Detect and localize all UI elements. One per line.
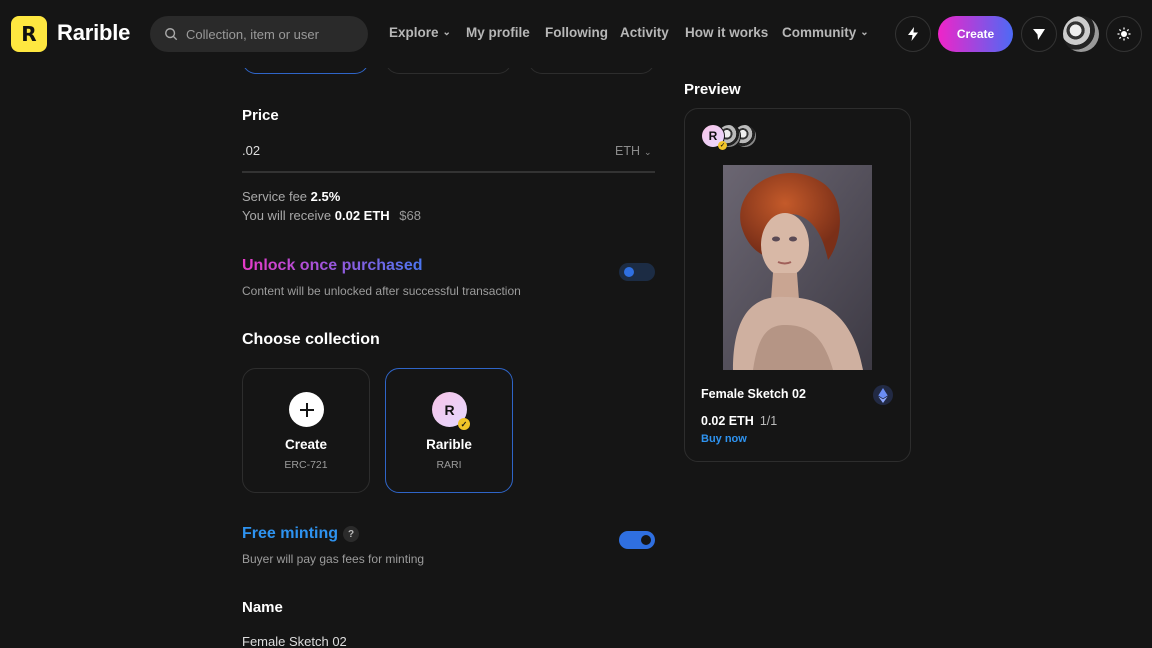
nav-how-it-works-label: How it works	[685, 25, 769, 40]
receive-line: You will receive 0.02 ETH $68	[242, 208, 421, 223]
collection-rarible-name: Rarible	[426, 437, 472, 452]
chevron-down-icon: ⌄	[644, 147, 652, 157]
collection-rarible-symbol: RARI	[436, 459, 462, 471]
free-minting-title: Free minting	[242, 525, 339, 542]
nav-my-profile[interactable]: My profile	[466, 25, 530, 40]
notifications-button[interactable]	[1021, 16, 1057, 52]
creator-avatar-letter: R	[708, 129, 718, 143]
nft-name: Female Sketch 02	[701, 387, 806, 401]
toggle-knob	[624, 267, 634, 277]
nav-community[interactable]: Community ⌄	[782, 25, 869, 40]
search-input[interactable]	[186, 26, 366, 42]
free-minting-description: Buyer will pay gas fees for minting	[242, 552, 425, 566]
nav-following-label: Following	[545, 25, 608, 40]
currency-value: ETH	[615, 144, 640, 158]
search-icon	[165, 28, 178, 41]
unlock-description: Content will be unlocked after successfu…	[242, 284, 521, 298]
preview-title: Preview	[684, 81, 741, 98]
collection-title: Choose collection	[242, 331, 380, 348]
service-fee-line: Service fee 2.5%	[242, 189, 340, 204]
collection-create-name: Create	[284, 437, 328, 452]
unlock-toggle[interactable]	[619, 263, 655, 281]
collection-create-card[interactable]: Create ERC-721	[242, 368, 370, 493]
buy-now-link[interactable]: Buy now	[701, 433, 747, 445]
nft-price-line: 0.02 ETH 1/1	[701, 414, 777, 428]
search-bar[interactable]	[150, 16, 368, 52]
lightning-icon	[908, 27, 918, 41]
receive-usd: $68	[399, 208, 421, 223]
unlock-title: Unlock once purchased	[242, 257, 423, 274]
brand-name[interactable]: Rarible	[57, 20, 130, 46]
service-fee-label: Service fee	[242, 189, 308, 204]
price-label: Price	[242, 107, 279, 124]
sun-icon	[1117, 27, 1131, 41]
free-minting-toggle[interactable]	[619, 531, 655, 549]
help-icon[interactable]: ?	[343, 526, 359, 542]
verified-check-icon: ✓	[458, 418, 470, 430]
nft-edition: 1/1	[759, 414, 778, 428]
collection-rarible-card[interactable]: R ✓ Rarible RARI	[385, 368, 513, 493]
create-button[interactable]: Create	[938, 16, 1013, 52]
nav-community-label: Community	[782, 25, 857, 40]
lightning-button[interactable]	[895, 16, 931, 52]
chevron-down-icon: ⌄	[860, 27, 869, 38]
service-fee-value: 2.5%	[310, 189, 341, 204]
receive-value: 0.02 ETH	[334, 208, 390, 223]
upload-page: R Rarible Explore⌄ My profile Following …	[0, 0, 1152, 648]
top-navbar: R Rarible Explore⌄ My profile Following …	[0, 0, 1152, 68]
logo-letter: R	[21, 22, 37, 46]
name-label: Name	[242, 599, 283, 616]
user-avatar[interactable]	[1063, 16, 1099, 52]
chevron-down-icon: ⌄	[442, 27, 451, 38]
verified-check-icon: ✓	[718, 141, 727, 150]
theme-toggle-button[interactable]	[1106, 16, 1142, 52]
nav-explore-label: Explore	[389, 25, 439, 40]
name-input[interactable]: Female Sketch 02	[242, 634, 347, 648]
creator-avatar[interactable]: R ✓	[701, 124, 727, 150]
rarible-logo[interactable]: R	[11, 16, 47, 52]
nav-explore[interactable]: Explore ⌄	[389, 25, 451, 40]
nft-artwork-image	[723, 165, 872, 370]
ethereum-icon	[873, 385, 893, 405]
plus-icon	[289, 392, 324, 427]
send-icon	[1033, 29, 1045, 40]
currency-select[interactable]: ETH ⌄	[615, 144, 652, 158]
preview-card[interactable]: R ✓ Female Sketch 02 0.02 ETH 1/1 Buy no…	[684, 108, 911, 462]
nav-how-it-works[interactable]: How it works	[685, 25, 768, 40]
nft-price: 0.02 ETH	[701, 414, 754, 428]
rarible-collection-icon: R ✓	[432, 392, 470, 430]
nav-activity[interactable]: Activity	[620, 25, 669, 40]
rarible-letter: R	[444, 401, 455, 418]
price-underline	[242, 171, 655, 173]
toggle-knob	[641, 535, 651, 545]
collection-create-standard: ERC-721	[284, 459, 328, 471]
receive-label: You will receive	[242, 208, 332, 223]
price-input[interactable]	[242, 143, 542, 158]
nav-following[interactable]: Following	[545, 25, 608, 40]
nav-activity-label: Activity	[620, 25, 669, 40]
nav-my-profile-label: My profile	[466, 25, 530, 40]
